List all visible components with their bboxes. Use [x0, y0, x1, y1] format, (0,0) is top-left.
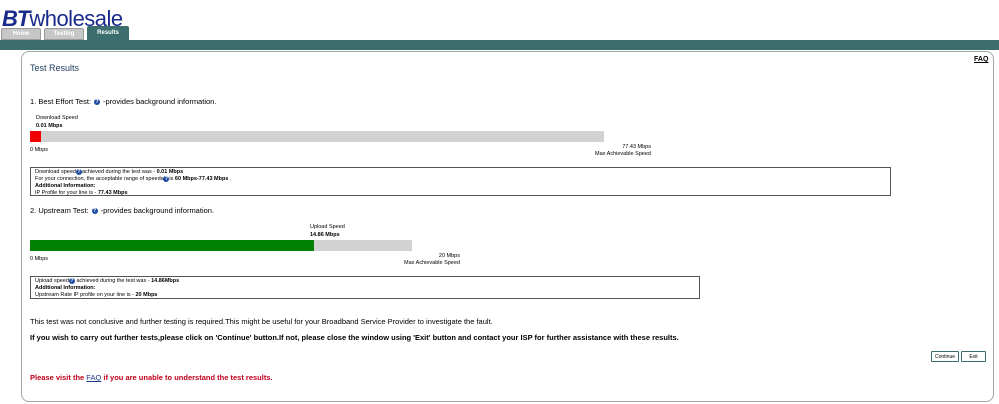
download-speed-bar [30, 131, 604, 142]
upload-min-label: 0 Mbps [30, 256, 49, 262]
download-info-text: IP Profile for your line is - [35, 189, 98, 196]
tab-testing[interactable]: Testing [44, 28, 84, 40]
instructions-message: If you wish to carry out further tests,p… [30, 333, 679, 342]
exit-button[interactable]: Exit [961, 351, 986, 362]
best-effort-title-prefix: 1. Best Effort Test: [30, 97, 92, 106]
download-min-label: 0 Mbps [30, 147, 49, 153]
upload-info-text: Upload speed [35, 278, 69, 284]
download-speed-value: 0.01 Mbps [36, 123, 63, 129]
upstream-profile-value: 20 Mbps [135, 291, 158, 298]
upload-info-text: Upstream Rate IP profile on your line is… [35, 291, 136, 298]
upstream-title-prefix: 2. Upstream Test: [30, 206, 89, 215]
upstream-title: 2. Upstream Test: ? -provides background… [30, 206, 214, 215]
tab-results[interactable]: Results [87, 26, 129, 40]
warning-text: if you are unable to understand the test… [101, 373, 273, 382]
upload-speed-label: Upload Speed [310, 224, 345, 230]
download-info-text: For your connection, the acceptable rang… [35, 175, 164, 182]
download-info-text: . [228, 175, 232, 182]
continue-button[interactable]: Continue [931, 351, 959, 362]
upload-info-box: Upload speed? achieved during the test w… [30, 276, 700, 299]
download-info-line4: IP Profile for your line is - 77.43 Mbps [35, 190, 886, 197]
upload-speed-fill [30, 240, 314, 251]
download-info-text: achieved during the test was - [81, 169, 157, 175]
faq-link[interactable]: FAQ [974, 56, 988, 63]
upload-max-value: 20 Mbps [438, 253, 460, 259]
tab-home[interactable]: Home [1, 28, 41, 40]
upload-info-text: achieved during the test was - [74, 278, 152, 284]
upload-info-value: 14.86Mbps [151, 278, 180, 284]
best-effort-title-suffix: -provides background information. [103, 97, 217, 106]
page-title: Test Results [30, 63, 80, 73]
download-max-label: Max Achievable Speed [595, 151, 651, 157]
ip-profile-value: 77.43 Mbps [97, 189, 128, 196]
header-band [0, 40, 999, 50]
faq-warning: Please visit the FAQ if you are unable t… [30, 373, 273, 382]
upload-info-line3: Upstream Rate IP profile on your line is… [35, 292, 695, 299]
download-speed-label: Download Speed [36, 115, 78, 121]
download-info-value: 0.01 Mbps [156, 169, 184, 175]
upload-speed-bar [30, 240, 412, 251]
download-range-value: 60 Mbps-77.43 Mbps [174, 175, 229, 182]
download-info-line2: For your connection, the acceptable rang… [35, 176, 886, 183]
warning-text: Please visit the [30, 373, 87, 382]
upload-additional-info-heading: Additional Information: [35, 284, 96, 291]
download-info-text: Download speed [35, 169, 76, 175]
download-info-box: Download speed?achieved during the test … [30, 167, 891, 196]
upload-max-label: Max Achievable Speed [404, 260, 460, 266]
upload-speed-value: 14.86 Mbps [310, 232, 340, 238]
best-effort-title: 1. Best Effort Test: ? -provides backgro… [30, 97, 216, 106]
logo-bt: BT [2, 6, 30, 31]
nav-tabs: Home Testing Results [1, 26, 129, 40]
download-info-line1: Download speed?achieved during the test … [35, 169, 886, 176]
download-speed-fill [30, 131, 42, 142]
inconclusive-message: This test was not conclusive and further… [30, 317, 493, 326]
help-icon[interactable]: ? [91, 207, 98, 214]
download-additional-info-heading: Additional Information: [35, 182, 96, 189]
help-icon[interactable]: ? [94, 98, 101, 105]
upstream-title-suffix: -provides background information. [100, 206, 215, 215]
warning-faq-link[interactable]: FAQ [86, 373, 101, 382]
upload-info-line1: Upload speed? achieved during the test w… [35, 278, 695, 285]
download-max-value: 77.43 Mbps [622, 144, 651, 150]
